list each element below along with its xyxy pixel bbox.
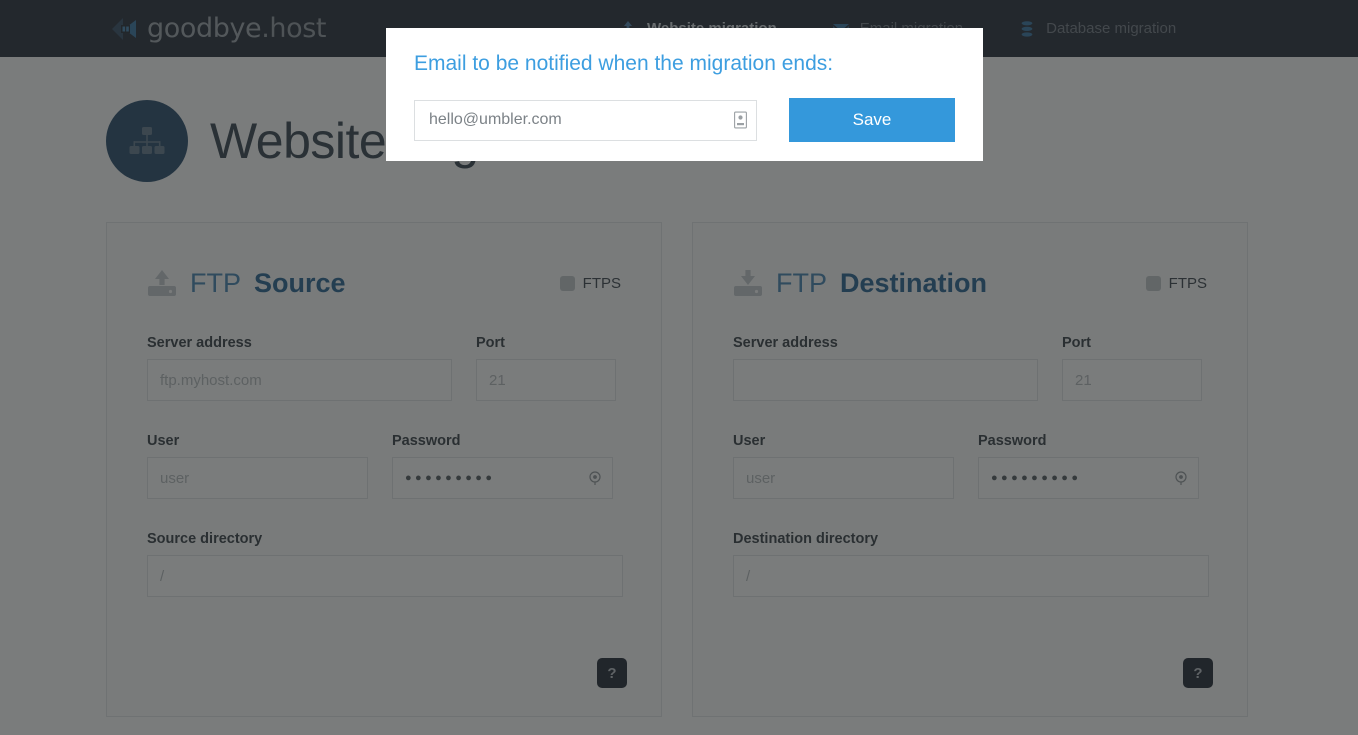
save-button[interactable]: Save — [789, 98, 955, 142]
email-input-wrapper — [414, 99, 758, 141]
contact-card-icon[interactable] — [734, 111, 747, 129]
email-notification-modal: Email to be notified when the migration … — [386, 28, 983, 161]
email-input[interactable] — [414, 99, 758, 141]
modal-body-row: Save — [414, 98, 955, 142]
modal-title: Email to be notified when the migration … — [414, 52, 834, 75]
